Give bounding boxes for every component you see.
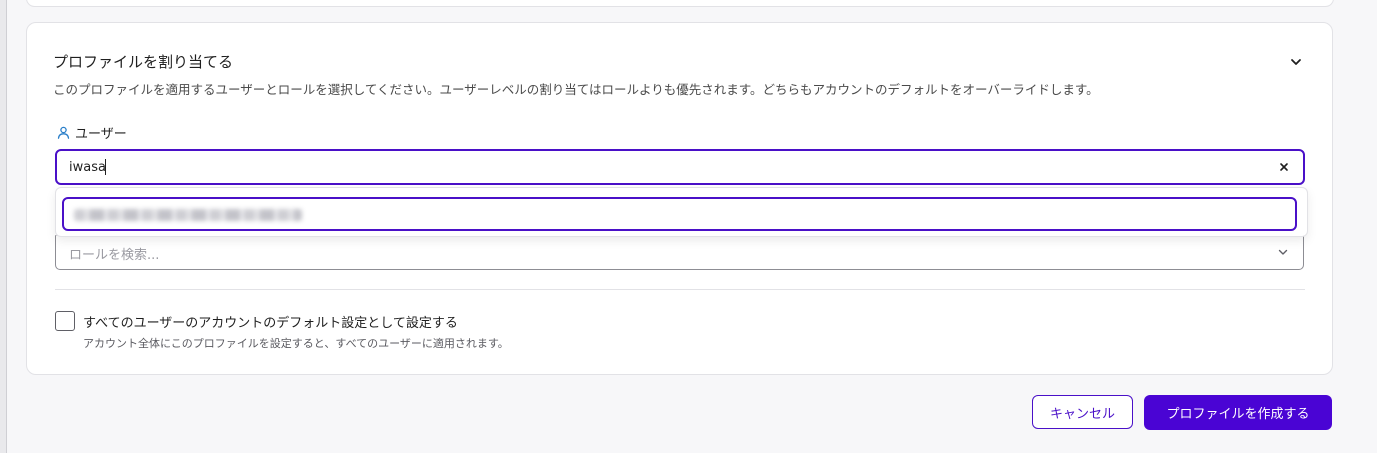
cancel-button[interactable]: キャンセル — [1032, 395, 1133, 429]
redacted-user-email — [74, 209, 302, 221]
section-title: プロファイルを割り当てる — [53, 53, 234, 71]
previous-card — [26, 0, 1334, 7]
divider — [55, 289, 1305, 290]
user-suggestion-option[interactable] — [62, 197, 1297, 231]
user-suggestions-dropdown — [55, 187, 1308, 237]
chevron-down-icon[interactable] — [1289, 55, 1303, 69]
window-edge — [0, 0, 7, 453]
role-search-select[interactable]: ロールを検索... — [55, 235, 1304, 270]
section-description: このプロファイルを適用するユーザーとロールを選択してください。ユーザーレベルの割… — [53, 82, 1099, 97]
create-profile-button[interactable]: プロファイルを作成する — [1144, 395, 1332, 430]
chevron-down-icon — [1278, 249, 1288, 255]
assign-profile-card: プロファイルを割り当てる このプロファイルを適用するユーザーとロールを選択してく… — [26, 22, 1333, 375]
users-label: ユーザー — [57, 123, 127, 142]
user-search-input[interactable] — [69, 151, 1249, 183]
default-setting-help: アカウント全体にこのプロファイルを設定すると、すべてのユーザーに適用されます。 — [83, 337, 509, 350]
users-label-text: ユーザー — [75, 127, 127, 142]
user-icon — [57, 126, 70, 139]
default-setting-label[interactable]: すべてのユーザーのアカウントのデフォルト設定として設定する — [83, 312, 458, 331]
close-icon[interactable] — [1277, 160, 1291, 174]
role-search-placeholder: ロールを検索... — [69, 248, 160, 263]
text-caret — [105, 159, 106, 175]
user-search-field[interactable] — [55, 149, 1305, 185]
default-setting-checkbox[interactable] — [55, 311, 75, 331]
